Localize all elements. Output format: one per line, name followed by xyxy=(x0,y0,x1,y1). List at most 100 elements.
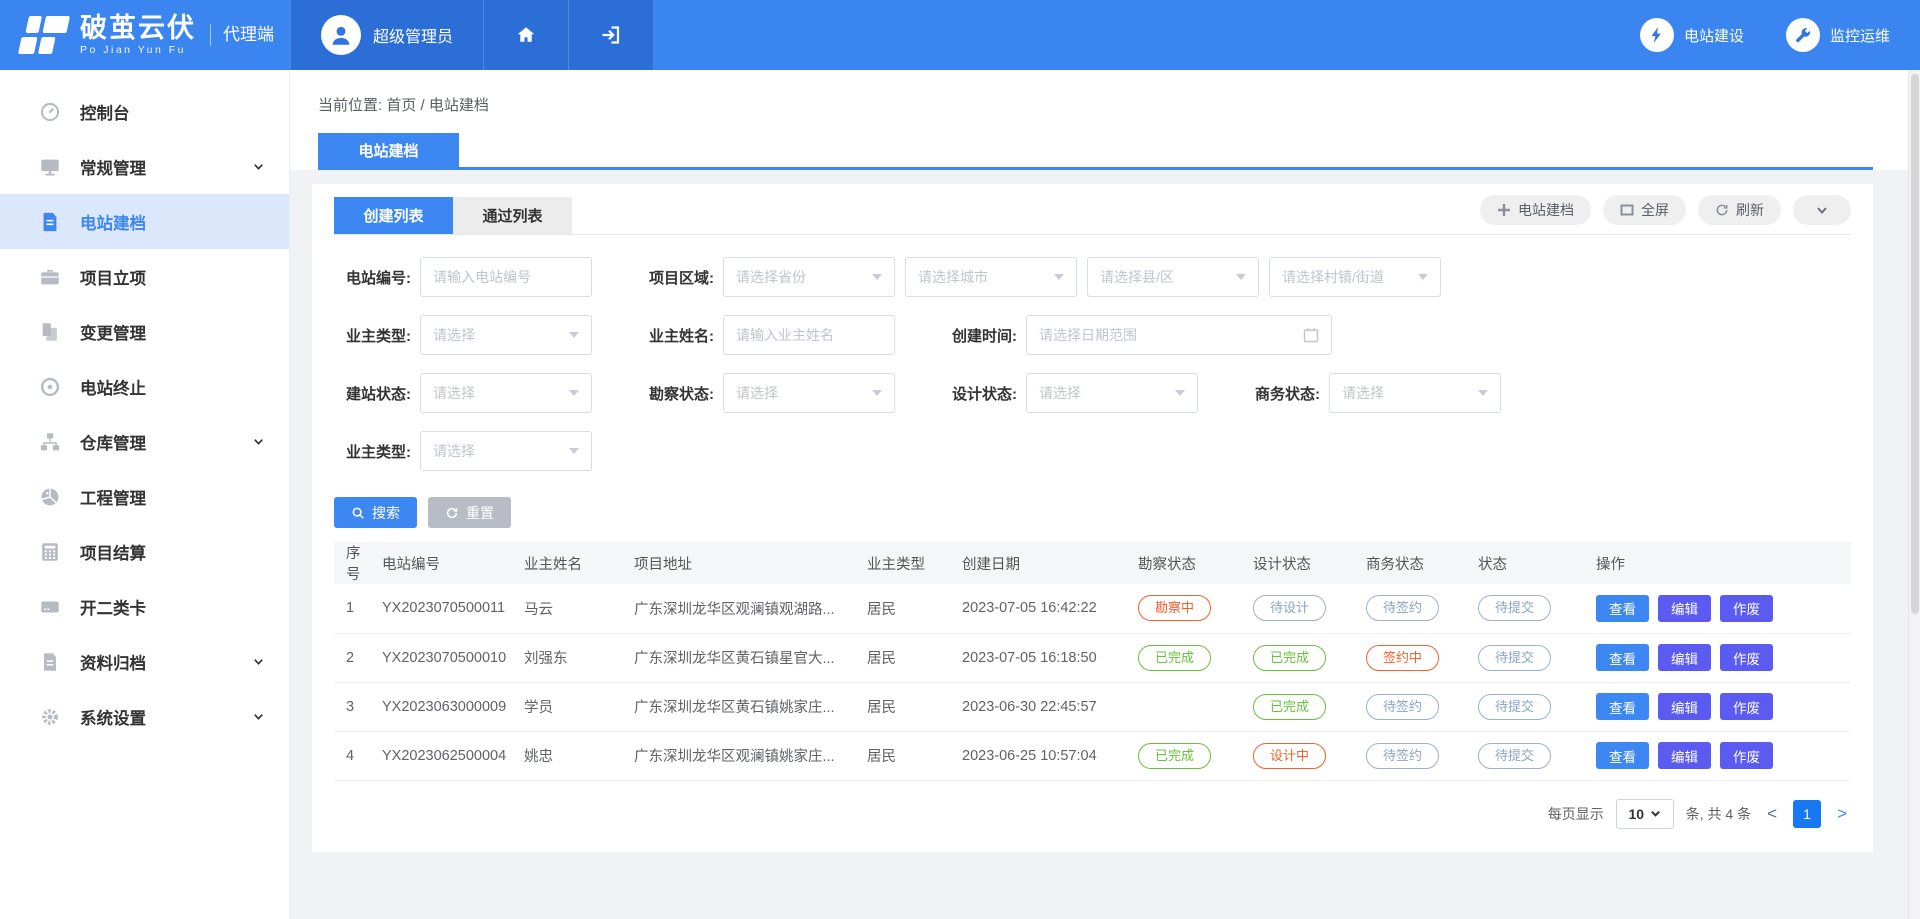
reset-icon xyxy=(445,506,459,520)
sidebar-item-warehouse-mgmt[interactable]: 仓库管理 xyxy=(0,414,289,469)
design-status-select[interactable]: 请选择 xyxy=(1026,373,1198,413)
project-address: 广东深圳龙华区黄石镇姚家庄... xyxy=(626,682,859,731)
sidebar-item-station-file[interactable]: 电站建档 xyxy=(0,194,289,249)
owner-type-label: 业主类型: xyxy=(334,325,420,346)
portal-label: 代理端 xyxy=(210,24,274,46)
next-page-button[interactable]: > xyxy=(1833,804,1851,824)
wrench-icon xyxy=(1786,18,1820,52)
design-status-badge: 待设计 xyxy=(1253,595,1326,621)
station-code: YX2023063000009 xyxy=(374,682,516,731)
page-tab-station-file[interactable]: 电站建档 xyxy=(318,133,459,167)
sidebar-item-type2-card[interactable]: 开二类卡 xyxy=(0,579,289,634)
row-index: 3 xyxy=(334,682,374,731)
sidebar-item-settlement[interactable]: 项目结算 xyxy=(0,524,289,579)
survey-status-badge: 勘察中 xyxy=(1138,595,1211,621)
region-label: 项目区域: xyxy=(637,267,723,288)
collapse-toolbar-button[interactable] xyxy=(1793,195,1851,225)
caret-down-icon xyxy=(872,274,882,280)
column-header: 创建日期 xyxy=(954,542,1130,584)
county-select[interactable]: 请选择县/区 xyxy=(1087,257,1259,297)
scrollbar-thumb[interactable] xyxy=(1911,74,1919,614)
per-page-label: 每页显示 xyxy=(1548,804,1604,824)
user-menu[interactable]: 超级管理员 xyxy=(290,0,484,70)
target-icon xyxy=(38,375,62,399)
owner-name-input[interactable] xyxy=(723,315,895,355)
status-status-badge: 待提交 xyxy=(1478,595,1551,621)
nav-monitor-ops[interactable]: 监控运维 xyxy=(1786,18,1890,52)
create-time-label: 创建时间: xyxy=(940,325,1026,346)
station-code: YX2023062500004 xyxy=(374,731,516,780)
build-status-label: 建站状态: xyxy=(334,383,420,404)
create-station-button[interactable]: 电站建档 xyxy=(1480,195,1591,225)
owner-name-label: 业主姓名: xyxy=(637,325,723,346)
sidebar-item-change-mgmt[interactable]: 变更管理 xyxy=(0,304,289,359)
refresh-icon xyxy=(1715,203,1729,217)
reset-button[interactable]: 重置 xyxy=(428,497,511,528)
gauge-icon xyxy=(38,100,62,124)
business-status-badge: 待签约 xyxy=(1366,743,1439,769)
status-status-badge: 待提交 xyxy=(1478,743,1551,769)
sidebar-item-console[interactable]: 控制台 xyxy=(0,84,289,139)
void-button[interactable]: 作废 xyxy=(1720,644,1773,671)
survey-status-select[interactable]: 请选择 xyxy=(723,373,895,413)
tab-passed-list[interactable]: 通过列表 xyxy=(453,197,572,234)
file-icon xyxy=(38,650,62,674)
caret-down-icon xyxy=(1650,808,1661,819)
owner-type2-select[interactable]: 请选择 xyxy=(420,431,592,471)
table-row: 2YX2023070500010刘强东广东深圳龙华区黄石镇星官大...居民202… xyxy=(334,633,1851,682)
logout-button[interactable] xyxy=(569,0,654,70)
view-button[interactable]: 查看 xyxy=(1596,595,1649,622)
design-status-badge: 设计中 xyxy=(1253,743,1326,769)
nav-station-build[interactable]: 电站建设 xyxy=(1640,18,1744,52)
home-button[interactable] xyxy=(484,0,569,70)
edit-button[interactable]: 编辑 xyxy=(1658,693,1711,720)
page-1-button[interactable]: 1 xyxy=(1793,800,1821,828)
void-button[interactable]: 作废 xyxy=(1720,595,1773,622)
fullscreen-button[interactable]: 全屏 xyxy=(1603,195,1686,225)
create-time-range-input[interactable]: 请选择日期范围 xyxy=(1026,315,1332,355)
document-icon xyxy=(38,210,62,234)
status-status-badge: 待提交 xyxy=(1478,694,1551,720)
sidebar-item-project-setup[interactable]: 项目立项 xyxy=(0,249,289,304)
survey-status-badge: 已完成 xyxy=(1138,743,1211,769)
town-select[interactable]: 请选择村镇/街道 xyxy=(1269,257,1441,297)
column-header: 设计状态 xyxy=(1245,542,1358,584)
nav-station-build-label: 电站建设 xyxy=(1684,25,1744,46)
breadcrumb-label: 当前位置: xyxy=(318,97,382,114)
tab-create-list[interactable]: 创建列表 xyxy=(334,197,453,234)
table-body: 1YX2023070500011马云广东深圳龙华区观澜镇观湖路...居民2023… xyxy=(334,584,1851,780)
created-date: 2023-07-05 16:18:50 xyxy=(954,633,1130,682)
owner-type: 居民 xyxy=(859,633,954,682)
sidebar-item-project-mgmt[interactable]: 工程管理 xyxy=(0,469,289,524)
per-page-select[interactable]: 10 xyxy=(1616,799,1674,829)
province-select[interactable]: 请选择省份 xyxy=(723,257,895,297)
scrollbar[interactable] xyxy=(1908,70,1920,919)
view-button[interactable]: 查看 xyxy=(1596,644,1649,671)
owner-type: 居民 xyxy=(859,731,954,780)
owner-type-select[interactable]: 请选择 xyxy=(420,315,592,355)
sidebar-item-station-stop[interactable]: 电站终止 xyxy=(0,359,289,414)
edit-button[interactable]: 编辑 xyxy=(1658,644,1711,671)
logo: 破茧云伏 Po Jian Yun Fu 代理端 xyxy=(0,0,290,70)
sidebar-item-general-mgmt[interactable]: 常规管理 xyxy=(0,139,289,194)
sidebar-item-settings[interactable]: 系统设置 xyxy=(0,689,289,744)
sidebar-item-archive[interactable]: 资料归档 xyxy=(0,634,289,689)
edit-button[interactable]: 编辑 xyxy=(1658,595,1711,622)
sidebar: 控制台常规管理电站建档项目立项变更管理电站终止仓库管理工程管理项目结算开二类卡资… xyxy=(0,70,290,919)
prev-page-button[interactable]: < xyxy=(1763,804,1781,824)
city-select[interactable]: 请选择城市 xyxy=(905,257,1077,297)
caret-down-icon xyxy=(1478,390,1488,396)
edit-button[interactable]: 编辑 xyxy=(1658,742,1711,769)
business-status-badge: 待签约 xyxy=(1366,595,1439,621)
view-button[interactable]: 查看 xyxy=(1596,742,1649,769)
station-code-input[interactable] xyxy=(420,257,592,297)
build-status-select[interactable]: 请选择 xyxy=(420,373,592,413)
search-button[interactable]: 搜索 xyxy=(334,497,417,528)
business-status-select[interactable]: 请选择 xyxy=(1329,373,1501,413)
void-button[interactable]: 作废 xyxy=(1720,693,1773,720)
refresh-button[interactable]: 刷新 xyxy=(1698,195,1781,225)
void-button[interactable]: 作废 xyxy=(1720,742,1773,769)
column-header: 电站编号 xyxy=(374,542,516,584)
view-button[interactable]: 查看 xyxy=(1596,693,1649,720)
breadcrumb-home[interactable]: 首页 xyxy=(386,97,416,114)
